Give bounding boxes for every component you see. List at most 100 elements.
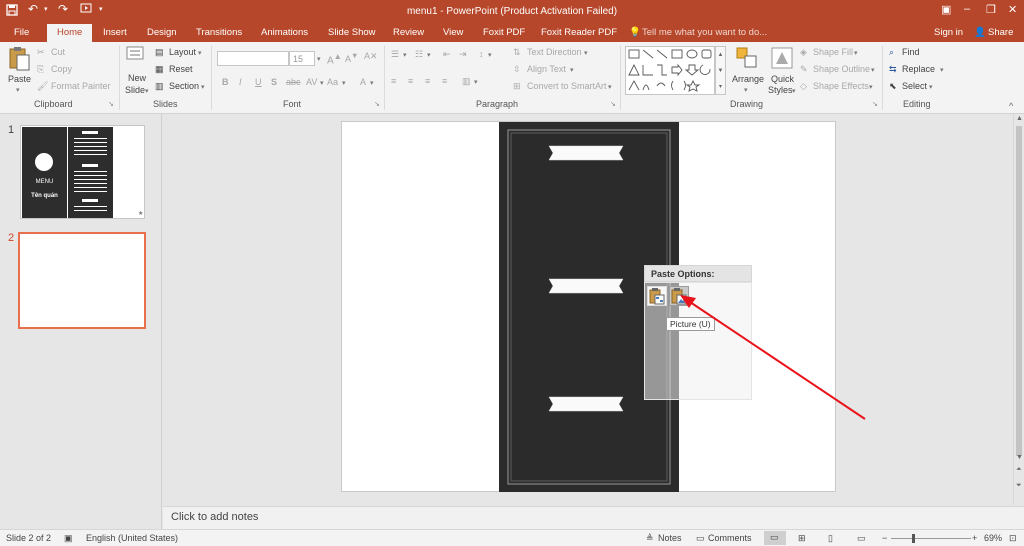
line-spacing-icon[interactable]: ↕ — [479, 49, 484, 59]
text-direction-button[interactable]: Text Direction — [527, 47, 582, 57]
tab-foxit-reader-pdf[interactable]: Foxit Reader PDF — [541, 27, 617, 38]
convert-smartart-dropdown-icon[interactable]: ▾ — [608, 83, 612, 91]
format-painter-button[interactable]: Format Painter — [51, 81, 111, 91]
strikethrough-icon[interactable]: abc — [286, 77, 301, 87]
scroll-thumb[interactable] — [1016, 126, 1022, 456]
numbering-icon[interactable]: ☷ — [415, 49, 423, 60]
use-destination-theme-icon[interactable] — [647, 286, 667, 306]
language-indicator[interactable]: English (United States) — [86, 533, 178, 543]
tab-animations[interactable]: Animations — [261, 27, 308, 38]
convert-smartart-button[interactable]: Convert to SmartArt — [527, 81, 607, 91]
increase-font-icon[interactable]: A▲ — [327, 51, 342, 66]
collapse-ribbon-icon[interactable]: ^ — [1009, 101, 1013, 111]
close-icon[interactable]: ✕ — [1008, 3, 1017, 16]
new-slide-dropdown-icon[interactable]: ▾ — [145, 87, 149, 95]
reading-view-icon[interactable]: ▯ — [828, 533, 833, 544]
fit-slide-icon[interactable]: ⊡ — [1009, 533, 1017, 544]
replace-button[interactable]: Replace — [902, 64, 935, 74]
paragraph-launcher-icon[interactable]: ↘ — [610, 100, 616, 108]
change-case-icon[interactable]: Aa — [327, 77, 338, 87]
font-color-dropdown-icon[interactable]: ▾ — [370, 79, 374, 87]
align-right-icon[interactable]: ≡ — [425, 76, 430, 86]
share-button[interactable]: Share — [988, 27, 1013, 38]
align-center-icon[interactable]: ≡ — [408, 76, 413, 86]
char-spacing-icon[interactable]: AV — [306, 77, 317, 87]
paste-dropdown-icon[interactable]: ▾ — [16, 86, 20, 94]
shape-fill-dropdown-icon[interactable]: ▾ — [854, 49, 858, 57]
paste-icon[interactable] — [8, 46, 30, 74]
italic-icon[interactable]: I — [239, 77, 242, 87]
tell-me-box[interactable]: Tell me what you want to do... — [642, 27, 767, 38]
zoom-slider[interactable] — [891, 538, 971, 539]
align-text-dropdown-icon[interactable]: ▾ — [570, 66, 574, 74]
font-size-input[interactable]: 15 — [289, 51, 315, 66]
drawing-launcher-icon[interactable]: ↘ — [872, 100, 878, 108]
font-size-dropdown-icon[interactable]: ▾ — [317, 55, 321, 63]
text-direction-dropdown-icon[interactable]: ▾ — [584, 49, 588, 57]
tab-foxit-pdf[interactable]: Foxit PDF — [483, 27, 525, 38]
font-name-input[interactable] — [217, 51, 289, 66]
zoom-slider-thumb[interactable] — [912, 534, 915, 543]
scroll-up-icon[interactable]: ▲ — [1016, 115, 1023, 122]
shape-outline-button[interactable]: Shape Outline — [813, 64, 870, 74]
scroll-down-icon[interactable]: ▼ — [1016, 454, 1023, 461]
arrange-button[interactable]: Arrange — [732, 74, 764, 84]
shadow-icon[interactable]: S — [271, 77, 277, 87]
spelling-icon[interactable]: ▣ — [64, 533, 73, 544]
zoom-level[interactable]: 69% — [984, 533, 1002, 543]
new-slide-label-2[interactable]: Slide — [125, 85, 145, 95]
shape-outline-dropdown-icon[interactable]: ▾ — [871, 66, 875, 74]
tab-review[interactable]: Review — [393, 27, 424, 38]
zoom-in-icon[interactable]: + — [972, 533, 977, 543]
layout-button[interactable]: Layout — [169, 47, 196, 57]
select-dropdown-icon[interactable]: ▾ — [929, 83, 933, 91]
ribbon-display-options-icon[interactable]: ▣ — [941, 3, 951, 16]
slide-show-icon[interactable]: ▭ — [857, 533, 866, 544]
section-dropdown-icon[interactable]: ▾ — [201, 83, 205, 91]
numbering-dropdown-icon[interactable]: ▾ — [427, 51, 431, 59]
tab-insert[interactable]: Insert — [103, 27, 127, 38]
slide-thumbnail-2[interactable] — [18, 232, 146, 329]
tab-home[interactable]: Home — [47, 24, 93, 43]
change-case-dropdown-icon[interactable]: ▾ — [342, 79, 346, 87]
align-left-icon[interactable]: ≡ — [391, 76, 396, 86]
new-slide-label[interactable]: New — [128, 73, 146, 83]
char-spacing-dropdown-icon[interactable]: ▾ — [320, 79, 324, 87]
select-button[interactable]: Select — [902, 81, 927, 91]
quick-styles-label-2[interactable]: Styles — [768, 85, 793, 95]
slide-thumbnail-1[interactable]: MENU Tên quán ★ — [20, 125, 145, 219]
columns-icon[interactable]: ▥ — [462, 76, 471, 87]
normal-view-button[interactable]: ▭ — [764, 531, 786, 545]
font-color-icon[interactable]: A — [360, 77, 366, 87]
shapes-gallery[interactable] — [625, 46, 715, 95]
paste-button-label[interactable]: Paste — [8, 74, 31, 84]
quick-styles-icon[interactable] — [771, 47, 793, 71]
clipboard-launcher-icon[interactable]: ↘ — [108, 100, 114, 108]
columns-dropdown-icon[interactable]: ▾ — [474, 78, 478, 86]
sign-in-link[interactable]: Sign in — [934, 27, 963, 38]
arrange-icon[interactable] — [736, 47, 758, 71]
font-launcher-icon[interactable]: ↘ — [374, 100, 380, 108]
arrange-dropdown-icon[interactable]: ▾ — [744, 86, 748, 94]
tab-design[interactable]: Design — [147, 27, 177, 38]
bullets-icon[interactable]: ☰ — [391, 49, 399, 60]
align-text-button[interactable]: Align Text — [527, 64, 566, 74]
underline-icon[interactable]: U — [255, 77, 262, 87]
tab-view[interactable]: View — [443, 27, 463, 38]
previous-slide-icon[interactable]: ⏶ — [1016, 466, 1022, 474]
zoom-out-icon[interactable]: − — [882, 533, 887, 543]
next-slide-icon[interactable]: ⏷ — [1016, 482, 1022, 490]
bullets-dropdown-icon[interactable]: ▾ — [403, 51, 407, 59]
restore-icon[interactable]: ❐ — [986, 3, 996, 16]
slide-sorter-icon[interactable]: ⊞ — [798, 533, 806, 544]
shape-fill-button[interactable]: Shape Fill — [813, 47, 853, 57]
decrease-font-icon[interactable]: A▼ — [345, 51, 358, 64]
shape-effects-button[interactable]: Shape Effects — [813, 81, 869, 91]
quick-styles-label[interactable]: Quick — [771, 74, 794, 84]
shapes-gallery-scroll[interactable]: ▲ ▼ ▾ — [715, 46, 726, 95]
justify-icon[interactable]: ≡ — [442, 76, 447, 86]
quick-styles-dropdown-icon[interactable]: ▾ — [792, 87, 796, 95]
decrease-indent-icon[interactable]: ⇤ — [443, 49, 451, 60]
notes-pane[interactable]: Click to add notes — [163, 506, 1024, 529]
tab-file[interactable]: File — [14, 27, 29, 38]
